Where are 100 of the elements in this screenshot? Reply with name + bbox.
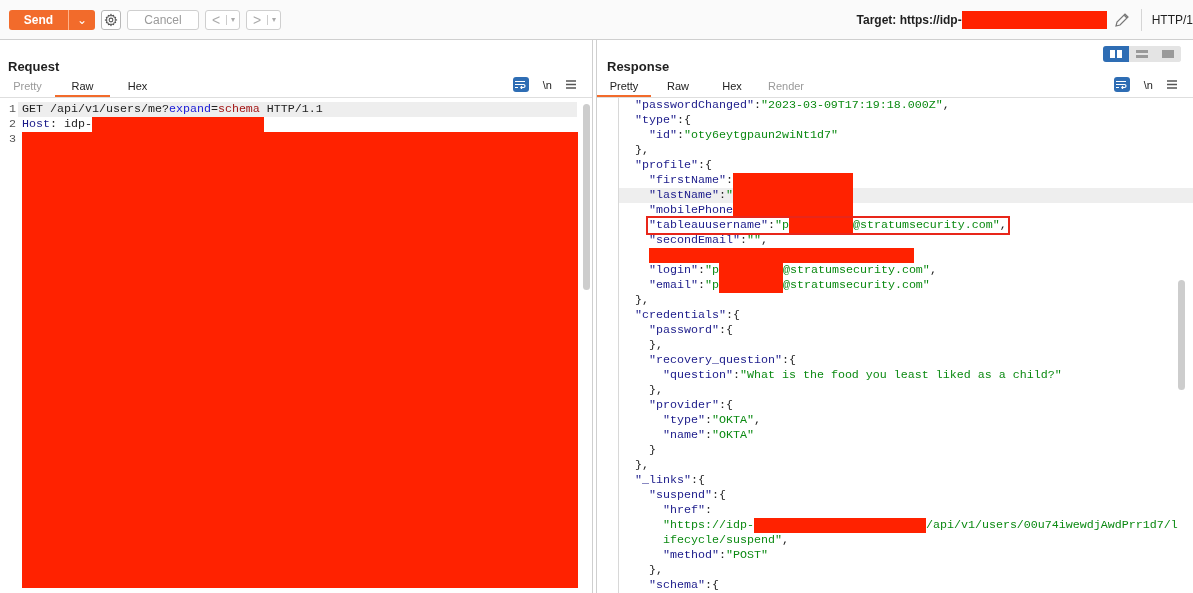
json-key: "method" — [663, 548, 719, 563]
scrollbar-thumb[interactable] — [1178, 280, 1185, 390]
json-punctuation: : — [697, 263, 705, 278]
json-punctuation: }, — [649, 563, 663, 578]
menu-button[interactable] — [1167, 79, 1179, 90]
json-punctuation: , — [781, 533, 789, 548]
json-key: "suspend" — [649, 488, 712, 503]
wrap-icon — [1116, 80, 1128, 90]
tab[interactable]: Raw — [651, 77, 705, 97]
query-param: expand — [168, 102, 211, 117]
json-punctuation: : — [677, 128, 684, 143]
json-key: "secondEmail" — [649, 233, 740, 248]
json-string: ifecycle/suspend" — [663, 533, 782, 548]
forward-history-button[interactable]: ▾ — [268, 13, 280, 26]
json-string: " — [725, 188, 733, 203]
wrap-icon — [515, 80, 527, 90]
cancel-button[interactable]: Cancel — [127, 9, 199, 30]
json-punctuation: } — [649, 443, 656, 458]
json-punctuation: :{ — [697, 158, 712, 173]
json-key: "recovery_question" — [649, 353, 782, 368]
panel-title: Response — [607, 58, 670, 76]
json-string: /api/v1/users/00u74iwewdjAwdPrr1d7/l — [925, 518, 1178, 533]
json-key: "id" — [649, 128, 677, 143]
tab[interactable]: Pretty — [597, 77, 651, 97]
header-name: Host — [22, 117, 50, 132]
json-punctuation: : — [705, 428, 712, 443]
json-key: "question" — [663, 368, 733, 383]
redaction-block — [718, 278, 783, 293]
json-string: @stratumsecurity.com" — [852, 218, 1000, 233]
json-punctuation: }, — [649, 383, 663, 398]
json-punctuation: : — [697, 278, 705, 293]
layout-icon — [1109, 49, 1123, 59]
code-text: = — [210, 102, 218, 117]
settings-icon — [104, 12, 118, 27]
tab[interactable]: Raw — [55, 77, 110, 97]
send-button[interactable]: Send — [9, 9, 68, 30]
json-string: "oty6eytgpaun2wiNt1d7" — [684, 128, 838, 143]
json-punctuation: :{ — [711, 488, 726, 503]
json-punctuation: }, — [635, 293, 649, 308]
json-string: "2023-03-09T17:19:18.000Z" — [760, 98, 943, 113]
json-string: "What is the food you least liked as a child?" — [739, 368, 1062, 383]
back-button[interactable]: < — [206, 12, 226, 27]
json-key: "passwordChanged" — [635, 98, 754, 113]
json-punctuation: : — [718, 548, 726, 563]
json-punctuation: , — [760, 233, 768, 248]
json-punctuation: :{ — [690, 473, 705, 488]
newline-toggle[interactable]: \n — [542, 76, 552, 93]
wrap-button[interactable] — [512, 77, 529, 93]
tab[interactable]: Hex — [110, 77, 165, 97]
json-punctuation: : — [718, 188, 726, 203]
code-text: HTTP/1.1 — [265, 102, 323, 117]
json-punctuation: : — [767, 218, 775, 233]
tab[interactable]: Hex — [705, 77, 759, 97]
json-string: "POST" — [725, 548, 768, 563]
scrollbar-thumb[interactable] — [583, 104, 590, 290]
json-punctuation: :{ — [677, 113, 691, 128]
json-key: "firstName" — [649, 173, 726, 188]
json-punctuation: , — [999, 218, 1007, 233]
json-string: "OKTA" — [712, 428, 754, 443]
menu-icon — [1167, 80, 1177, 90]
json-string: "OKTA" — [712, 413, 754, 428]
json-string: @stratumsecurity.com" — [782, 263, 930, 278]
json-punctuation: , — [929, 263, 937, 278]
newline-toggle[interactable]: \n — [1143, 76, 1153, 93]
json-key: "schema" — [649, 578, 705, 593]
menu-button[interactable] — [566, 79, 578, 90]
wrap-button[interactable] — [1113, 77, 1130, 93]
json-key: "password" — [649, 323, 719, 338]
json-key: "href" — [663, 503, 705, 518]
code-text: GET /api/v1/users/me? — [22, 102, 169, 117]
json-punctuation: :{ — [718, 323, 733, 338]
json-punctuation: :{ — [781, 353, 796, 368]
json-key: "type" — [635, 113, 677, 128]
protocol-label: HTTP/1 — [1151, 11, 1193, 29]
layout-button[interactable] — [1103, 46, 1129, 62]
json-string: @stratumsecurity.com" — [782, 278, 930, 293]
json-key: "_links" — [635, 473, 691, 488]
json-key: "lastName" — [649, 188, 719, 203]
pencil-icon — [1113, 11, 1130, 28]
json-punctuation: :{ — [725, 308, 740, 323]
json-key: "name" — [663, 428, 705, 443]
json-punctuation: , — [942, 98, 950, 113]
json-punctuation: }, — [649, 338, 663, 353]
line-number: 1 — [0, 102, 18, 117]
json-string: "p — [774, 218, 789, 233]
json-punctuation: : — [732, 368, 740, 383]
settings-button[interactable] — [101, 9, 121, 30]
json-string: "p — [704, 278, 719, 293]
query-value: schema — [217, 102, 260, 117]
forward-button[interactable]: > — [247, 12, 267, 27]
json-key: "credentials" — [635, 308, 726, 323]
json-string: "https://idp- — [663, 518, 754, 533]
panel-title: Request — [8, 58, 60, 76]
json-punctuation: : — [753, 98, 761, 113]
json-punctuation: :{ — [704, 578, 719, 593]
json-key: "tableauusername" — [649, 218, 768, 233]
json-punctuation: : — [705, 413, 712, 428]
back-history-button[interactable]: ▾ — [227, 13, 239, 26]
send-options-button[interactable]: ⌄ — [68, 9, 95, 30]
layout-icon — [1135, 49, 1149, 59]
